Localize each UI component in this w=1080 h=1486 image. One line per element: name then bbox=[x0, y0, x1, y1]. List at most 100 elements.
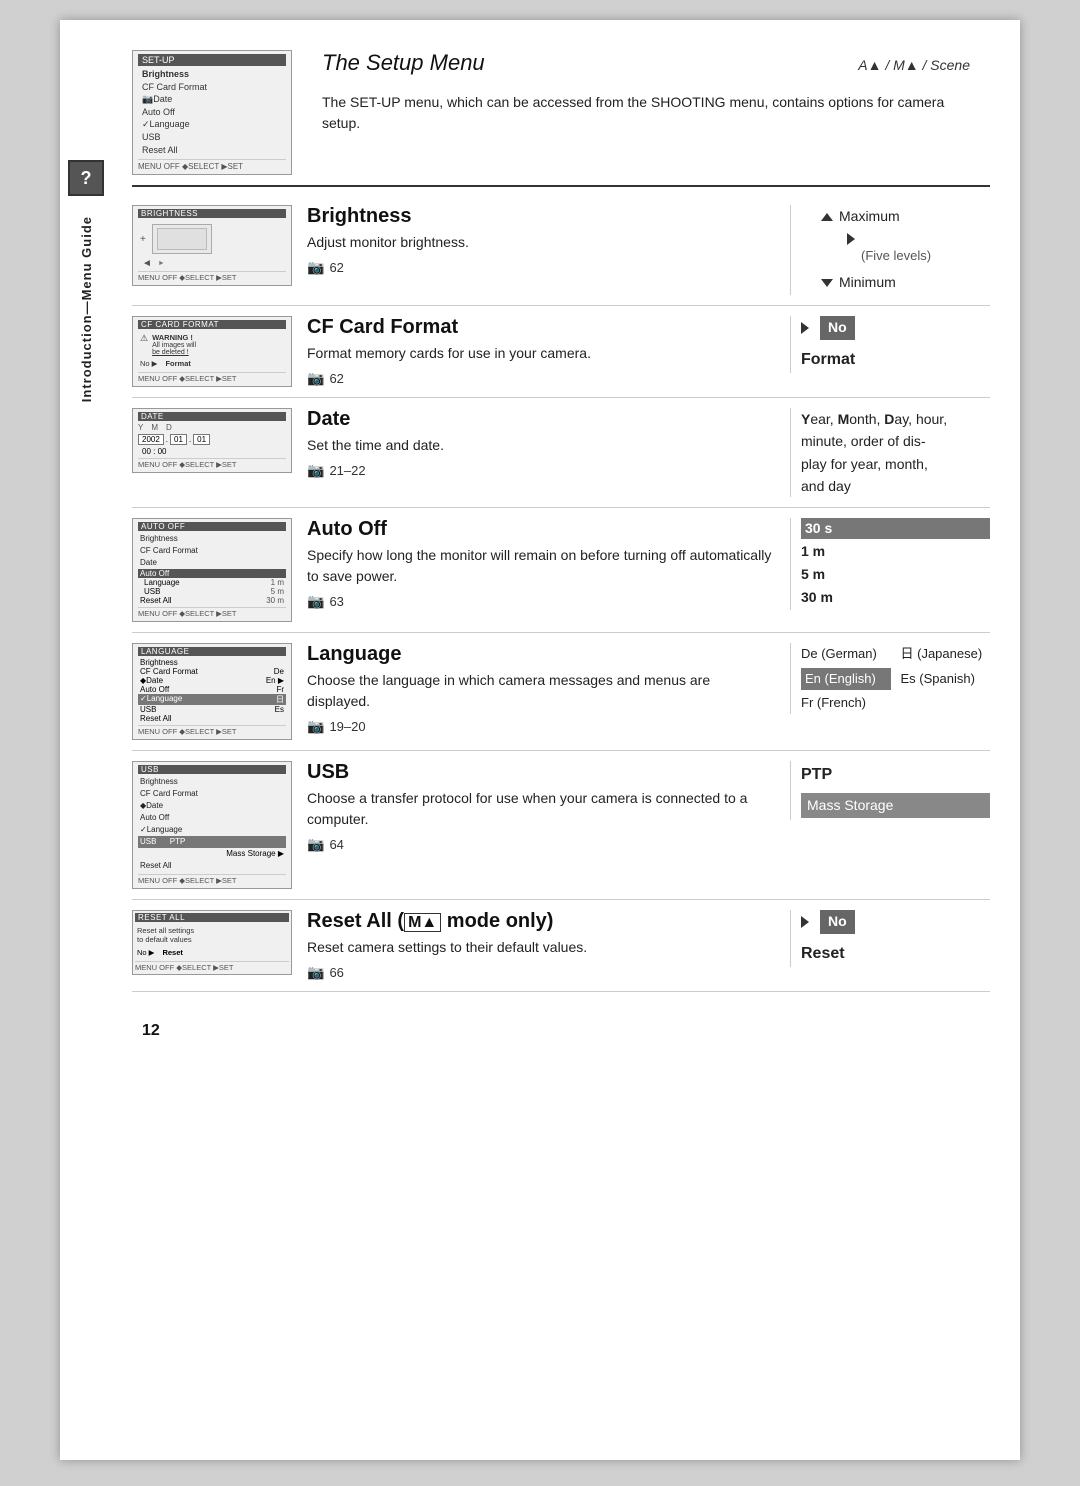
usb-item-reset: Reset All bbox=[138, 860, 286, 872]
auto-off-item4: Auto Off30 s ▶ bbox=[138, 569, 286, 578]
usb-item-date: ◆Date bbox=[138, 800, 286, 812]
page-number: 12 bbox=[132, 1022, 990, 1040]
date-row: DATE YMD 2002 . 01 . 01 00 : 00 MENU OFF… bbox=[132, 408, 990, 509]
lang-item-reset: Reset All bbox=[138, 714, 286, 723]
reset-no-badge: No bbox=[820, 910, 855, 934]
cf-screen: CF CARD FORMAT ⚠ WARNING ! All images wi… bbox=[132, 316, 292, 387]
arrow-up-icon bbox=[821, 213, 833, 221]
usb-item-auto: Auto Off bbox=[138, 812, 286, 824]
usb-title: USB bbox=[307, 761, 775, 784]
date-time: 00 : 00 bbox=[142, 447, 282, 456]
side-tab-label: Introduction—Menu Guide bbox=[79, 216, 94, 402]
date-month: 01 bbox=[170, 434, 187, 445]
header-center: The Setup Menu A▲ / M▲ / Scene The SET-U… bbox=[302, 50, 990, 134]
page: ? Introduction—Menu Guide SET-UP Brightn… bbox=[60, 20, 1020, 1460]
page-title: The Setup Menu bbox=[322, 50, 485, 76]
cf-no-badge: No bbox=[820, 316, 855, 340]
reset-screen-title: RESET ALL bbox=[135, 913, 289, 922]
date-options-text: Year, Month, Day, hour,minute, order of … bbox=[801, 408, 990, 498]
date-screen-container: DATE YMD 2002 . 01 . 01 00 : 00 MENU OFF… bbox=[132, 408, 302, 473]
auto-off-screen: AUTO OFF Brightness CF Card Format Date … bbox=[132, 518, 292, 622]
brightness-paren: (Five levels) bbox=[861, 245, 931, 267]
cf-screen-title: CF CARD FORMAT bbox=[138, 320, 286, 329]
auto-off-main: Auto Off Specify how long the monitor wi… bbox=[302, 518, 790, 610]
auto-off-opt-1m: 1 m bbox=[801, 541, 990, 562]
header-description: The SET-UP menu, which can be accessed f… bbox=[322, 92, 970, 134]
auto-off-item5: Language1 m bbox=[138, 578, 286, 587]
reset-screen: RESET ALL Reset all settingsto default v… bbox=[132, 910, 292, 975]
menu-controls: MENU OFF ◆SELECT ▶SET bbox=[138, 159, 286, 171]
lang-fr: Fr (French) bbox=[801, 692, 891, 714]
cf-page-icon: 📷 bbox=[307, 370, 324, 387]
language-title: Language bbox=[307, 643, 775, 666]
date-header-row: YMD bbox=[138, 423, 286, 432]
auto-off-item6: USB5 m bbox=[138, 587, 286, 596]
auto-off-item2: CF Card Format bbox=[138, 545, 286, 557]
menu-item-date: 📷Date bbox=[138, 93, 286, 106]
cf-screen-container: CF CARD FORMAT ⚠ WARNING ! All images wi… bbox=[132, 316, 302, 387]
usb-item-mass: Mass Storage ▶ bbox=[138, 848, 286, 860]
reset-screen-text: Reset all settingsto default values bbox=[135, 924, 289, 946]
usb-screen-container: USB Brightness CF Card Format ◆Date Auto… bbox=[132, 761, 302, 889]
setup-menu-screen: SET-UP Brightness CF Card Format 📷Date A… bbox=[132, 50, 292, 175]
lang-de: De (German) bbox=[801, 643, 891, 665]
language-main: Language Choose the language in which ca… bbox=[302, 643, 790, 735]
cf-controls: MENU OFF ◆SELECT ▶SET bbox=[138, 372, 286, 383]
auto-off-item7: Reset All30 m bbox=[138, 596, 286, 605]
language-options: De (German) 日 (Japanese) En (English) Es… bbox=[790, 643, 990, 713]
reset-options-col: No Reset bbox=[790, 910, 990, 967]
menu-title-bar: SET-UP bbox=[138, 54, 286, 66]
usb-controls: MENU OFF ◆SELECT ▶SET bbox=[138, 874, 286, 885]
auto-off-opt-30s: 30 s bbox=[801, 518, 990, 539]
lang-item-cf: CF Card FormatDe bbox=[138, 667, 286, 676]
side-tab: ? Introduction—Menu Guide bbox=[60, 20, 112, 1460]
auto-off-controls: MENU OFF ◆SELECT ▶SET bbox=[138, 607, 286, 618]
auto-off-row: AUTO OFF Brightness CF Card Format Date … bbox=[132, 518, 990, 633]
usb-item-lang: ✓Language bbox=[138, 824, 286, 836]
header-subtitle: A▲ / M▲ / Scene bbox=[858, 57, 970, 73]
menu-item-usb: USB bbox=[138, 131, 286, 144]
lang-en: En (English) bbox=[801, 668, 891, 690]
auto-off-desc: Specify how long the monitor will remain… bbox=[307, 545, 775, 587]
brightness-screen-title: BRIGHTNESS bbox=[138, 209, 286, 218]
brightness-title: Brightness bbox=[307, 205, 775, 228]
usb-mass-storage: Mass Storage bbox=[801, 793, 990, 819]
page-icon: 📷 bbox=[307, 259, 324, 276]
header-section: SET-UP Brightness CF Card Format 📷Date A… bbox=[132, 50, 990, 187]
brightness-options: Maximum (Five levels) Minimum bbox=[790, 205, 990, 295]
reset-page: 📷 66 bbox=[307, 964, 775, 981]
cf-card-row: CF CARD FORMAT ⚠ WARNING ! All images wi… bbox=[132, 316, 990, 398]
main-content: SET-UP Brightness CF Card Format 📷Date A… bbox=[112, 20, 1020, 1080]
date-page: 📷 21–22 bbox=[307, 462, 775, 479]
help-icon: ? bbox=[68, 160, 104, 196]
date-screen: DATE YMD 2002 . 01 . 01 00 : 00 MENU OFF… bbox=[132, 408, 292, 473]
language-screen-title: LANGUAGE bbox=[138, 647, 286, 656]
language-grid: De (German) 日 (Japanese) En (English) Es… bbox=[801, 643, 990, 713]
date-page-icon: 📷 bbox=[307, 462, 324, 479]
usb-main: USB Choose a transfer protocol for use w… bbox=[302, 761, 790, 853]
lang-item-usb: USBEs bbox=[138, 705, 286, 714]
auto-off-page-icon: 📷 bbox=[307, 593, 324, 610]
usb-item-br: Brightness bbox=[138, 776, 286, 788]
brightness-bar bbox=[152, 224, 212, 254]
language-page: 📷 19–20 bbox=[307, 718, 775, 735]
date-controls: MENU OFF ◆SELECT ▶SET bbox=[138, 458, 286, 469]
date-desc: Set the time and date. bbox=[307, 435, 775, 456]
reset-options: No ▶ Reset bbox=[135, 946, 289, 959]
header-image: SET-UP Brightness CF Card Format 📷Date A… bbox=[132, 50, 302, 175]
arrow-down-icon bbox=[821, 279, 833, 287]
usb-screen-title: USB bbox=[138, 765, 286, 774]
date-year: 2002 bbox=[138, 434, 164, 445]
usb-row: USB Brightness CF Card Format ◆Date Auto… bbox=[132, 761, 990, 900]
date-screen-title: DATE bbox=[138, 412, 286, 421]
auto-off-opt-5m: 5 m bbox=[801, 564, 990, 585]
auto-off-item3: Date bbox=[138, 557, 286, 569]
reset-all-row: RESET ALL Reset all settingsto default v… bbox=[132, 910, 990, 992]
language-screen: LANGUAGE Brightness CF Card FormatDe ◆Da… bbox=[132, 643, 292, 740]
menu-item-brightness: Brightness bbox=[138, 68, 286, 81]
usb-item-usb: USB PTP bbox=[138, 836, 286, 848]
lang-item-brightness: Brightness bbox=[138, 658, 286, 667]
brightness-page: 📷 62 bbox=[307, 259, 775, 276]
menu-item-reset: Reset All bbox=[138, 144, 286, 157]
lang-item-autooff: Auto OffFr bbox=[138, 685, 286, 694]
